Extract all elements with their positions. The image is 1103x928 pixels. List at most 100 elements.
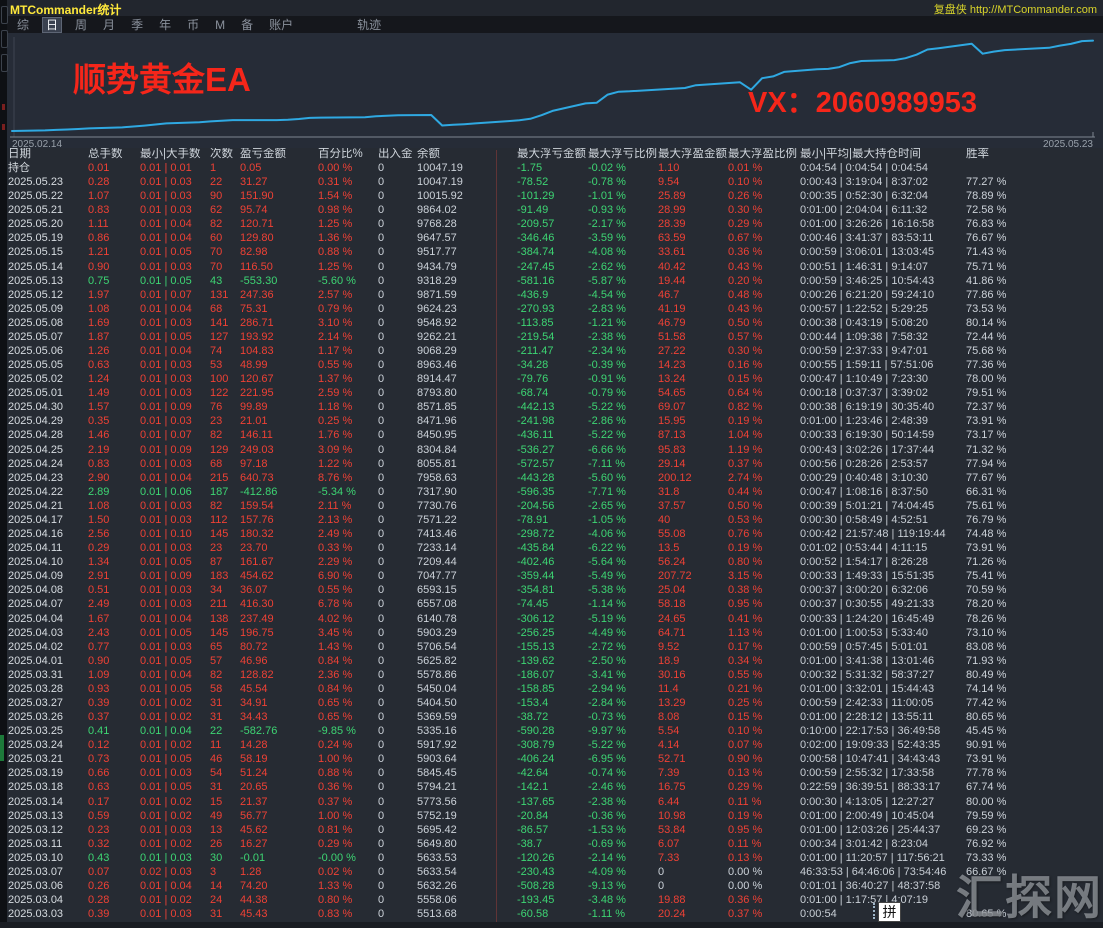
table-row[interactable]: 2025.03.180.630.01 | 0.053120.650.36 %05… [0, 780, 1103, 794]
table-row[interactable]: 2025.05.230.280.01 | 0.032231.270.31 %01… [0, 175, 1103, 189]
table-row[interactable]: 2025.05.071.870.01 | 0.05127193.922.14 %… [0, 330, 1103, 344]
table-row[interactable]: 2025.04.032.430.01 | 0.05145196.753.45 %… [0, 626, 1103, 640]
header-trades[interactable]: 次数 [210, 148, 240, 161]
table-row[interactable]: 2025.05.130.750.01 | 0.0543-553.30-5.60 … [0, 274, 1103, 288]
toolbar-tab-日[interactable]: 日 [42, 17, 62, 33]
table-row[interactable]: 2025.03.120.230.01 | 0.031345.620.81 %05… [0, 823, 1103, 837]
table-row[interactable]: 2025.03.240.120.01 | 0.021114.280.24 %05… [0, 738, 1103, 752]
table-row[interactable]: 2025.05.011.490.01 | 0.03122221.952.59 %… [0, 386, 1103, 400]
toolbar-tab-备[interactable]: 备 [238, 18, 256, 32]
brand-link[interactable]: 复盘侠 http://MTCommander.com [934, 1, 1097, 17]
cell-balance: 9647.57 [417, 231, 517, 245]
table-row[interactable]: 2025.04.222.890.01 | 0.06187-412.86-5.34… [0, 485, 1103, 499]
cell-max-float-profit-pct: 1.19 % [728, 443, 800, 457]
toolbar-tab-轨迹[interactable]: 轨迹 [354, 18, 384, 32]
table-row[interactable]: 2025.04.041.670.01 | 0.04138237.494.02 %… [0, 612, 1103, 626]
table-row[interactable]: 2025.03.250.410.01 | 0.0422-582.76-9.85 … [0, 724, 1103, 738]
cell-deposit-withdraw: 0 [378, 795, 417, 809]
header-win-rate[interactable]: 胜率 [966, 148, 1103, 161]
cell-win-rate: 69.23 % [966, 823, 1103, 837]
cell-deposit-withdraw: 0 [378, 443, 417, 457]
header-balance[interactable]: 余额 [417, 148, 517, 161]
header-date[interactable]: 日期 [8, 148, 88, 161]
cell-max-float-profit: 52.71 [658, 752, 728, 766]
header-deposit-withdraw[interactable]: 出入金 [378, 148, 417, 161]
toolbar-tab-年[interactable]: 年 [156, 18, 174, 32]
table-row[interactable]: 2025.03.260.370.01 | 0.023134.430.65 %05… [0, 710, 1103, 724]
toolbar-tab-账户[interactable]: 账户 [266, 18, 296, 32]
table-row[interactable]: 2025.04.240.830.01 | 0.036897.181.22 %08… [0, 457, 1103, 471]
header-max-float-loss[interactable]: 最大浮亏金额 [517, 148, 588, 161]
header-min-max-lots[interactable]: 最小|大手数 [140, 148, 210, 161]
table-row[interactable]: 2025.04.281.460.01 | 0.0782146.111.76 %0… [0, 428, 1103, 442]
table-row[interactable]: 2025.03.130.590.01 | 0.024956.771.00 %05… [0, 809, 1103, 823]
table-row[interactable]: 2025.03.270.390.01 | 0.023134.910.65 %05… [0, 696, 1103, 710]
table-row[interactable]: 2025.05.201.110.01 | 0.0482120.711.25 %0… [0, 217, 1103, 231]
table-row[interactable]: 2025.03.311.090.01 | 0.0482128.822.36 %0… [0, 668, 1103, 682]
table-row[interactable]: 2025.05.210.830.01 | 0.036295.740.98 %09… [0, 203, 1103, 217]
table-row[interactable]: 2025.05.121.970.01 | 0.07131247.362.57 %… [0, 288, 1103, 302]
toolbar-tab-综[interactable]: 综 [14, 18, 32, 32]
cell-min-max-lots: 0.01 | 0.05 [140, 245, 210, 259]
header-hold-time[interactable]: 最小|平均|最大持仓时间 [800, 148, 966, 161]
cell-max-float-loss-pct: -9.13 % [588, 879, 658, 893]
table-row[interactable]: 2025.05.190.860.01 | 0.0460129.801.36 %0… [0, 231, 1103, 245]
table-row[interactable]: 2025.04.101.340.01 | 0.0587161.672.29 %0… [0, 555, 1103, 569]
app-window: { "window": { "title": "MTCommander统计", … [0, 0, 1103, 922]
table-row[interactable]: 2025.05.081.690.01 | 0.03141286.713.10 %… [0, 316, 1103, 330]
toolbar-tab-周[interactable]: 周 [72, 18, 90, 32]
toolbar-tab-季[interactable]: 季 [128, 18, 146, 32]
table-row[interactable]: 2025.03.210.730.01 | 0.054658.191.00 %05… [0, 752, 1103, 766]
table-row[interactable]: 持仓0.010.01 | 0.0110.050.00 %010047.19-1.… [0, 161, 1103, 175]
cell-deposit-withdraw: 0 [378, 555, 417, 569]
table-row[interactable]: 2025.05.050.630.01 | 0.035348.990.55 %08… [0, 358, 1103, 372]
table-row[interactable]: 2025.03.070.070.02 | 0.0331.280.02 %0563… [0, 865, 1103, 879]
cell-max-float-loss: -241.98 [517, 414, 588, 428]
cell-total-lots: 0.23 [88, 823, 140, 837]
table-row[interactable]: 2025.04.252.190.01 | 0.09129249.033.09 %… [0, 443, 1103, 457]
table-row[interactable]: 2025.04.080.510.01 | 0.033436.070.55 %06… [0, 583, 1103, 597]
toolbar-tab-M[interactable]: M [212, 18, 228, 32]
table-row[interactable]: 2025.03.110.320.01 | 0.022616.270.29 %05… [0, 837, 1103, 851]
header-max-float-profit-pct[interactable]: 最大浮盈比例 [728, 148, 800, 161]
table-row[interactable]: 2025.05.140.900.01 | 0.0370116.501.25 %0… [0, 260, 1103, 274]
cell-balance: 9548.92 [417, 316, 517, 330]
table-row[interactable]: 2025.04.301.570.01 | 0.097699.891.18 %08… [0, 400, 1103, 414]
toolbar-tab-币[interactable]: 币 [184, 18, 202, 32]
table-row[interactable]: 2025.05.151.210.01 | 0.057082.980.88 %09… [0, 245, 1103, 259]
table-row[interactable]: 2025.03.190.660.01 | 0.035451.240.88 %05… [0, 766, 1103, 780]
table-row[interactable]: 2025.03.030.390.01 | 0.033145.430.83 %05… [0, 907, 1103, 921]
table-row[interactable]: 2025.04.092.910.01 | 0.09183454.626.90 %… [0, 569, 1103, 583]
cell-max-float-profit-pct: 0.64 % [728, 386, 800, 400]
cell-win-rate: 90.91 % [966, 738, 1103, 752]
cell-pnl-pct: 0.80 % [318, 893, 378, 907]
header-pnl-pct[interactable]: 百分比% [318, 148, 378, 161]
header-total-lots[interactable]: 总手数 [88, 148, 140, 161]
table-row[interactable]: 2025.03.060.260.01 | 0.041474.201.33 %05… [0, 879, 1103, 893]
table-row[interactable]: 2025.03.140.170.01 | 0.021521.370.37 %05… [0, 795, 1103, 809]
toolbar-tab-月[interactable]: 月 [100, 18, 118, 32]
table-row[interactable]: 2025.04.072.490.01 | 0.03211416.306.78 %… [0, 597, 1103, 611]
table-row[interactable]: 2025.04.171.500.01 | 0.03112157.762.13 %… [0, 513, 1103, 527]
table-row[interactable]: 2025.05.221.070.01 | 0.0390151.901.54 %0… [0, 189, 1103, 203]
table-row[interactable]: 2025.04.020.770.01 | 0.036580.721.43 %05… [0, 640, 1103, 654]
table-row[interactable]: 2025.03.280.930.01 | 0.055845.540.84 %05… [0, 682, 1103, 696]
title-bar: MTCommander统计 复盘侠 http://MTCommander.com [0, 0, 1103, 16]
table-row[interactable]: 2025.04.110.290.01 | 0.032323.700.33 %07… [0, 541, 1103, 555]
cell-total-lots: 0.41 [88, 724, 140, 738]
table-row[interactable]: 2025.04.010.900.01 | 0.055746.960.84 %05… [0, 654, 1103, 668]
cell-max-float-profit: 15.95 [658, 414, 728, 428]
table-row[interactable]: 2025.03.040.280.01 | 0.022444.380.80 %05… [0, 893, 1103, 907]
table-row[interactable]: 2025.05.061.260.01 | 0.0474104.831.17 %0… [0, 344, 1103, 358]
table-row[interactable]: 2025.04.290.350.01 | 0.032321.010.25 %08… [0, 414, 1103, 428]
header-pnl[interactable]: 盈亏金额 [240, 148, 318, 161]
table-row[interactable]: 2025.04.162.560.01 | 0.10145180.322.49 %… [0, 527, 1103, 541]
cell-balance: 5558.06 [417, 893, 517, 907]
table-row[interactable]: 2025.05.021.240.01 | 0.03100120.671.37 %… [0, 372, 1103, 386]
table-row[interactable]: 2025.04.211.080.01 | 0.0382159.542.11 %0… [0, 499, 1103, 513]
header-max-float-profit[interactable]: 最大浮盈金额 [658, 148, 728, 161]
header-max-float-loss-pct[interactable]: 最大浮亏比例 [588, 148, 658, 161]
table-row[interactable]: 2025.03.100.430.01 | 0.0330-0.01-0.00 %0… [0, 851, 1103, 865]
table-row[interactable]: 2025.04.232.900.01 | 0.04215640.738.76 %… [0, 471, 1103, 485]
table-row[interactable]: 2025.05.091.080.01 | 0.046875.310.79 %09… [0, 302, 1103, 316]
